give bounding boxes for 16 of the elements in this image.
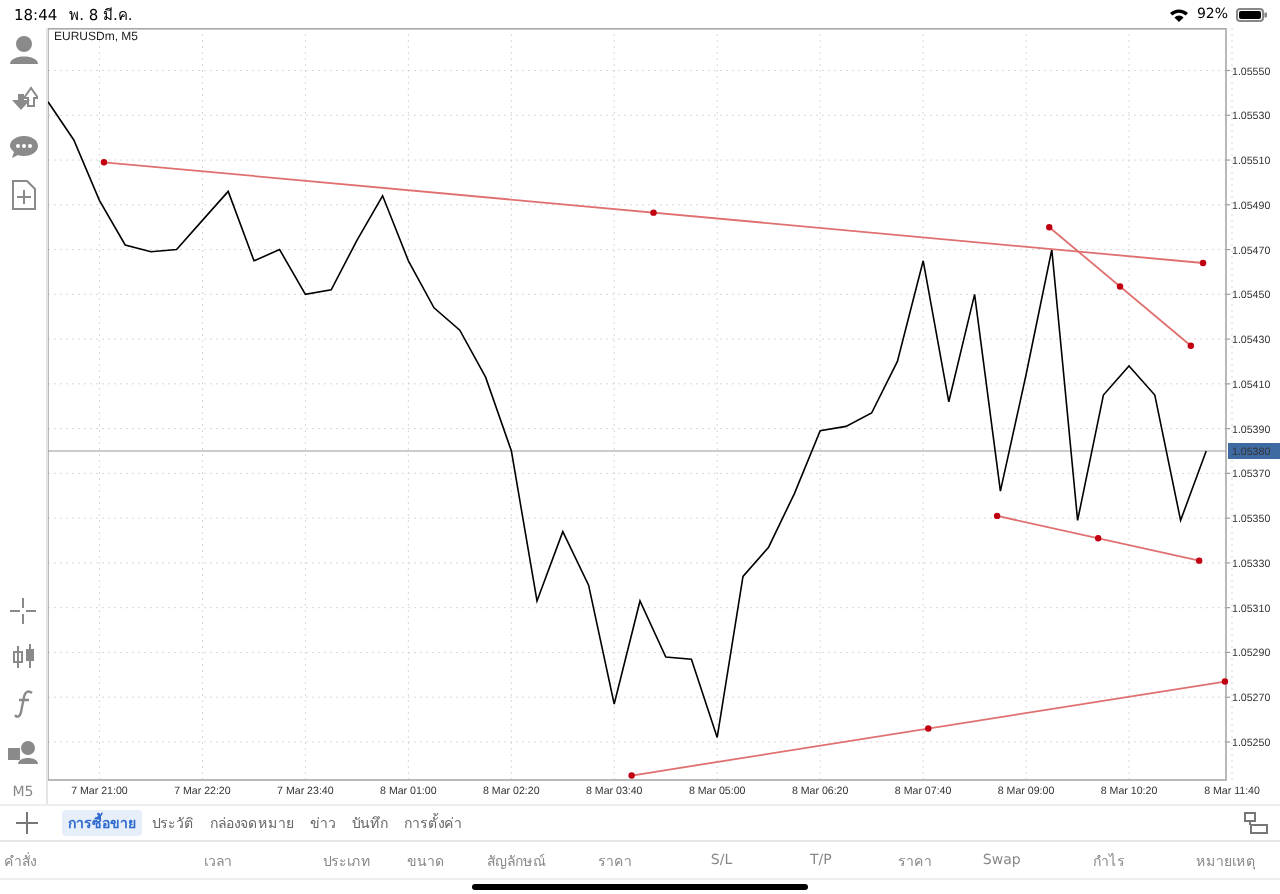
crosshair-icon[interactable] [10,598,36,624]
layout-icon[interactable] [1244,812,1268,834]
candlestick-icon[interactable] [11,644,35,670]
trendline-drawing[interactable] [993,512,1203,564]
wifi-icon [1170,7,1189,21]
chat-icon[interactable] [9,134,37,160]
battery-icon [1236,7,1268,21]
function-icon[interactable] [13,690,33,718]
transfer-icon[interactable] [9,86,37,114]
trendline-drawing[interactable] [628,678,1229,779]
new-document-icon[interactable] [11,180,35,210]
trendline-drawing[interactable] [100,159,1207,267]
trendline-drawing[interactable] [1046,224,1194,349]
account-icon[interactable] [9,34,37,66]
add-icon[interactable] [16,812,38,834]
objects-icon[interactable] [8,738,38,764]
